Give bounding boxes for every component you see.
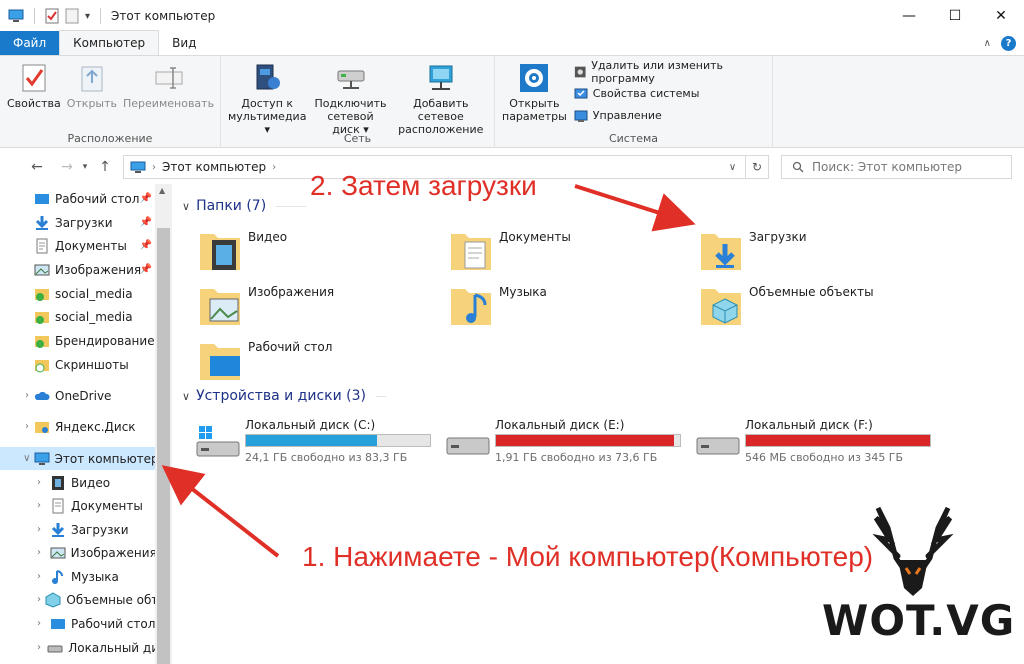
logo-text: WOT.VG xyxy=(822,596,1016,645)
annotation-step-1: 1. Нажимаете - Мой компьютер(Компьютер) xyxy=(302,541,874,572)
annotation-arrow-this-pc xyxy=(161,465,280,558)
annotation-arrow-downloads xyxy=(574,184,696,232)
